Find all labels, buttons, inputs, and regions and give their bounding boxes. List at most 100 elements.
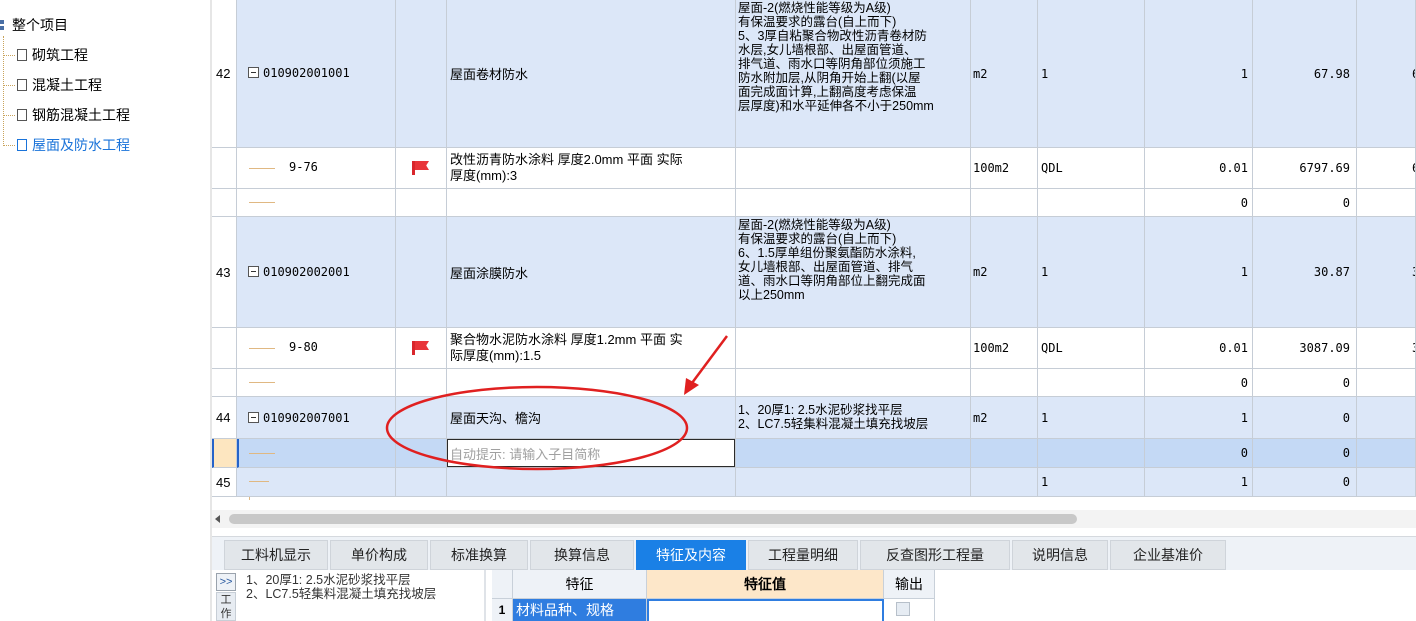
item-features[interactable]: 1、20厚1: 2.5水泥砂浆找平层 2、LC7.5轻集料混凝土填充找坡层 xyxy=(736,397,971,439)
sub-item-qty[interactable]: 0.01 xyxy=(1145,148,1253,189)
item-name[interactable]: 屋面涂膜防水 xyxy=(447,217,736,328)
item-qty[interactable]: 1 xyxy=(1145,0,1253,148)
collapse-icon[interactable] xyxy=(248,67,259,78)
sub-item-expr[interactable]: QDL xyxy=(1038,148,1145,189)
sub-item-qty[interactable]: 0 xyxy=(1145,439,1253,468)
project-tree-icon xyxy=(0,19,10,31)
sub-item-price[interactable]: 3087.09 xyxy=(1253,328,1357,369)
tab-unit-price[interactable]: 单价构成 xyxy=(330,540,428,570)
tree-item-label: 屋面及防水工程 xyxy=(32,137,130,153)
output-checkbox[interactable] xyxy=(896,602,910,616)
tree-root[interactable]: 整个项目 xyxy=(0,14,68,36)
sub-item-price[interactable]: 0 xyxy=(1253,189,1357,217)
table-row[interactable]: 44 010902007001 屋面天沟、檐沟 1、20厚1: 2.5水泥砂浆找… xyxy=(212,397,1416,439)
bill-grid: 42 010902001001 屋面卷材防水 屋面-2(燃烧性能等级为A级) 有… xyxy=(212,0,1416,500)
horizontal-scrollbar[interactable] xyxy=(212,510,1416,528)
sub-item-qty[interactable]: 0 xyxy=(1145,189,1253,217)
item-name[interactable]: 屋面天沟、檐沟 xyxy=(447,397,736,439)
tree-item-roof-waterproof[interactable]: 屋面及防水工程 xyxy=(0,134,130,156)
sub-item-price[interactable]: 0 xyxy=(1253,439,1357,468)
sub-item-total: 3 xyxy=(1357,328,1416,369)
item-expr[interactable]: 1 xyxy=(1038,0,1145,148)
item-price[interactable]: 0 xyxy=(1253,468,1357,497)
tab-graphic-quantity[interactable]: 反查图形工程量 xyxy=(860,540,1010,570)
tab-description[interactable]: 说明信息 xyxy=(1012,540,1108,570)
output-header: 输出 xyxy=(884,570,935,599)
item-qty[interactable]: 1 xyxy=(1145,217,1253,328)
tab-conversion-info[interactable]: 换算信息 xyxy=(530,540,634,570)
table-row[interactable]: 43 010902002001 屋面涂膜防水 屋面-2(燃烧性能等级为A级) 有… xyxy=(212,217,1416,328)
file-icon xyxy=(17,49,27,61)
scrollbar-thumb[interactable] xyxy=(229,514,1077,524)
file-icon xyxy=(17,139,27,151)
row-seq: 45 xyxy=(212,468,237,497)
table-row[interactable]: 42 010902001001 屋面卷材防水 屋面-2(燃烧性能等级为A级) 有… xyxy=(212,0,1416,148)
scroll-left-icon[interactable] xyxy=(215,515,220,523)
feature-description[interactable]: 1、20厚1: 2.5水泥砂浆找平层 2、LC7.5轻集料混凝土填充找坡层 xyxy=(246,573,486,601)
item-expr[interactable]: 1 xyxy=(1038,397,1145,439)
tree-item-masonry[interactable]: 砌筑工程 xyxy=(0,44,88,66)
tab-standard-conversion[interactable]: 标准换算 xyxy=(430,540,528,570)
sub-item-input[interactable]: 自动提示: 请输入子目简称 xyxy=(447,439,735,467)
file-icon xyxy=(17,79,27,91)
item-price[interactable]: 30.87 xyxy=(1253,217,1357,328)
item-qty[interactable]: 1 xyxy=(1145,468,1253,497)
row-number-header xyxy=(492,570,513,599)
tree-item-concrete[interactable]: 混凝土工程 xyxy=(0,74,102,96)
table-row[interactable]: 0 0 xyxy=(212,369,1416,397)
tree-item-label: 混凝土工程 xyxy=(32,77,102,93)
table-row[interactable]: 9-80 聚合物水泥防水涂料 厚度1.2mm 平面 实 际厚度(mm):1.5 … xyxy=(212,328,1416,369)
sub-item-price[interactable]: 6797.69 xyxy=(1253,148,1357,189)
project-tree: 整个项目 砌筑工程 混凝土工程 钢筋混凝土工程 屋面及防水工程 xyxy=(0,0,210,621)
features-panel: >> 工作 1、20厚1: 2.5水泥砂浆找平层 2、LC7.5轻集料混凝土填充… xyxy=(212,570,1416,621)
file-icon xyxy=(17,109,27,121)
side-panel-label[interactable]: 工作 xyxy=(216,592,236,621)
collapse-icon[interactable] xyxy=(248,412,259,423)
item-code: 010902007001 xyxy=(263,411,350,425)
expand-button[interactable]: >> xyxy=(216,573,236,591)
flag-icon xyxy=(412,161,430,175)
item-expr[interactable]: 1 xyxy=(1038,468,1145,497)
sub-item-expr[interactable]: QDL xyxy=(1038,328,1145,369)
feature-header: 特征 xyxy=(513,570,647,599)
item-price[interactable]: 0 xyxy=(1253,397,1357,439)
sub-item-total: 6 xyxy=(1357,148,1416,189)
sub-item-price[interactable]: 0 xyxy=(1253,369,1357,397)
feature-row-number: 1 xyxy=(492,599,513,621)
item-total: 3 xyxy=(1357,217,1416,328)
tree-item-label: 砌筑工程 xyxy=(32,47,88,63)
item-unit[interactable]: m2 xyxy=(971,217,1038,328)
table-row-active[interactable]: 自动提示: 请输入子目简称 0 0 xyxy=(212,439,1416,468)
table-row[interactable]: 0 0 xyxy=(212,189,1416,217)
panel-divider[interactable] xyxy=(484,570,486,621)
item-qty[interactable]: 1 xyxy=(1145,397,1253,439)
item-code: 010902002001 xyxy=(263,265,350,279)
item-price[interactable]: 67.98 xyxy=(1253,0,1357,148)
item-total: 6 xyxy=(1357,0,1416,148)
row-seq: 43 xyxy=(212,217,237,328)
sub-item-qty[interactable]: 0.01 xyxy=(1145,328,1253,369)
table-row[interactable]: 45 1 1 0 xyxy=(212,468,1416,497)
item-code: 010902001001 xyxy=(263,66,350,80)
table-row[interactable]: 9-76 改性沥青防水涂料 厚度2.0mm 平面 实际 厚度(mm):3 100… xyxy=(212,148,1416,189)
feature-value-cell[interactable] xyxy=(647,599,884,621)
item-unit[interactable]: m2 xyxy=(971,397,1038,439)
flag-icon xyxy=(412,341,430,355)
item-features[interactable]: 屋面-2(燃烧性能等级为A级) 有保温要求的露台(自上而下) 6、1.5厚单组份… xyxy=(736,217,971,328)
sub-item-unit[interactable]: 100m2 xyxy=(971,328,1038,369)
feature-name-cell[interactable]: 材料品种、规格 xyxy=(513,599,647,621)
tab-materials[interactable]: 工料机显示 xyxy=(224,540,328,570)
tree-item-reinforced-concrete[interactable]: 钢筋混凝土工程 xyxy=(0,104,130,126)
sub-item-name[interactable]: 聚合物水泥防水涂料 厚度1.2mm 平面 实 际厚度(mm):1.5 xyxy=(447,328,736,369)
tab-enterprise-price[interactable]: 企业基准价 xyxy=(1110,540,1226,570)
sub-item-name[interactable]: 改性沥青防水涂料 厚度2.0mm 平面 实际 厚度(mm):3 xyxy=(447,148,736,189)
tab-quantity-detail[interactable]: 工程量明细 xyxy=(748,540,858,570)
sub-item-qty[interactable]: 0 xyxy=(1145,369,1253,397)
item-expr[interactable]: 1 xyxy=(1038,217,1145,328)
tab-features[interactable]: 特征及内容 xyxy=(636,540,746,570)
item-unit[interactable]: m2 xyxy=(971,0,1038,148)
collapse-icon[interactable] xyxy=(248,266,259,277)
item-features[interactable]: 屋面-2(燃烧性能等级为A级) 有保温要求的露台(自上而下) 5、3厚自粘聚合物… xyxy=(736,0,971,148)
sub-item-unit[interactable]: 100m2 xyxy=(971,148,1038,189)
item-name[interactable]: 屋面卷材防水 xyxy=(447,0,736,148)
